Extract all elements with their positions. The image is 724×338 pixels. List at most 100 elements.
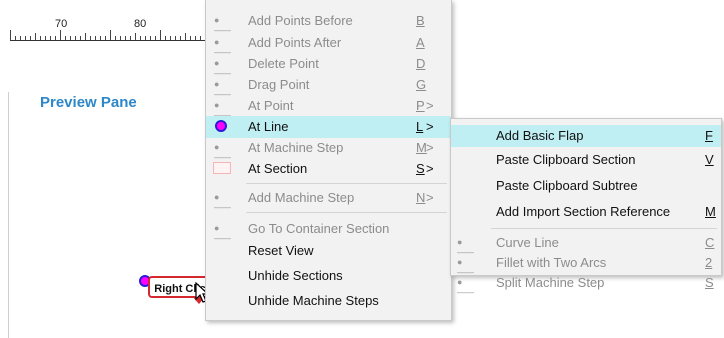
menu-item-label: At Point <box>248 98 294 113</box>
submenu-item-split-machine-step[interactable]: ●—— Split Machine Step S <box>451 272 721 297</box>
ruler-tick <box>30 36 31 40</box>
key-icon: ●—— <box>214 192 231 212</box>
ruler-tick <box>35 33 36 40</box>
menu-item-label: At Line <box>248 119 289 134</box>
key-icon: ●—— <box>214 37 231 57</box>
menu-item-label: Unhide Sections <box>248 268 343 283</box>
ruler-tick <box>85 33 86 40</box>
menu-item-label: Unhide Machine Steps <box>248 293 379 308</box>
menu-item-add-points-after[interactable]: ●—— Add Points After A <box>206 32 451 57</box>
ruler-tick <box>20 36 21 40</box>
submenu-item-paste-clipboard-section[interactable]: Paste Clipboard Section V <box>451 149 721 171</box>
ruler-tick <box>115 36 116 40</box>
submenu-arrow-icon: > <box>426 98 434 113</box>
menu-item-at-point[interactable]: ●—— At Point P > <box>206 95 451 120</box>
ruler-tick <box>200 36 201 40</box>
ruler-tick <box>40 36 41 40</box>
menu-item-shortcut: 2 <box>705 255 713 270</box>
menu-item-shortcut: S <box>416 161 425 176</box>
menu-item-shortcut: D <box>416 56 426 71</box>
key-icon: ●—— <box>457 257 474 277</box>
ruler-tick <box>165 36 166 40</box>
ruler-tick <box>140 36 141 40</box>
preview-pane[interactable] <box>8 92 211 338</box>
ruler-tick <box>190 36 191 40</box>
ruler-label-80: 80 <box>134 18 147 30</box>
submenu-arrow-icon: > <box>426 140 434 155</box>
ruler-tick <box>175 36 176 40</box>
key-icon: ●—— <box>214 58 231 78</box>
menu-item-label: Fillet with Two Arcs <box>496 255 607 270</box>
menu-item-shortcut: P <box>416 98 425 113</box>
menu-item-at-line[interactable]: At Line L > <box>206 116 451 138</box>
menu-item-label: At Machine Step <box>248 140 344 155</box>
menu-item-add-points-before[interactable]: ●—— Add Points Before B <box>206 10 451 35</box>
menu-item-label: Add Points Before <box>248 13 353 28</box>
menu-item-unhide-sections[interactable]: Unhide Sections <box>206 265 451 287</box>
key-icon: ●—— <box>214 142 231 162</box>
key-icon: ●—— <box>457 277 474 297</box>
menu-item-label: At Section <box>248 161 308 176</box>
menu-item-at-machine-step[interactable]: ●—— At Machine Step M > <box>206 137 451 162</box>
menu-item-reset-view[interactable]: Reset View <box>206 240 451 262</box>
ruler-tick <box>155 36 156 40</box>
ruler-tick <box>15 36 16 40</box>
menu-item-label: Paste Clipboard Subtree <box>496 178 638 193</box>
menu-item-label: Add Import Section Reference <box>496 204 671 219</box>
key-icon: ●—— <box>214 223 231 243</box>
menu-item-delete-point[interactable]: ●—— Delete Point D <box>206 53 451 78</box>
menu-separator <box>246 212 447 213</box>
ruler-tick <box>95 36 96 40</box>
ruler-tick <box>145 36 146 40</box>
menu-item-shortcut: B <box>416 13 425 28</box>
key-icon: ●—— <box>214 79 231 99</box>
context-menu: ●—— Add Points Before B ●—— Add Points After… <box>205 0 452 321</box>
submenu-arrow-icon: > <box>426 119 434 134</box>
submenu-item-paste-clipboard-subtree[interactable]: Paste Clipboard Subtree <box>451 175 721 197</box>
menu-item-shortcut: L <box>416 119 424 134</box>
ruler-tick <box>45 36 46 40</box>
submenu-arrow-icon: > <box>426 161 434 176</box>
menu-item-go-to-container-section[interactable]: ●—— Go To Container Section <box>206 218 451 243</box>
ruler-tick <box>100 36 101 40</box>
radio-point-icon <box>215 120 227 132</box>
submenu-item-fillet-with-two-arcs[interactable]: ●—— Fillet with Two Arcs 2 <box>451 252 721 277</box>
ruler-tick <box>110 30 111 40</box>
menu-item-shortcut: A <box>416 35 425 50</box>
submenu-item-add-import-section-reference[interactable]: Add Import Section Reference M <box>451 201 721 223</box>
menu-item-label: Add Basic Flap <box>496 128 584 143</box>
menu-separator <box>491 228 717 229</box>
ruler-tick <box>50 36 51 40</box>
menu-item-label: Add Points After <box>248 35 342 50</box>
ruler-tick <box>195 36 196 40</box>
menu-separator <box>246 183 447 184</box>
menu-item-label: Paste Clipboard Section <box>496 152 636 167</box>
preview-pane-title: Preview Pane <box>40 94 137 111</box>
ruler-tick <box>185 33 186 40</box>
menu-item-label: Curve Line <box>496 235 559 250</box>
ruler-tick <box>90 36 91 40</box>
menu-item-add-machine-step[interactable]: ●—— Add Machine Step N > <box>206 187 451 212</box>
menu-item-drag-point[interactable]: ●—— Drag Point G <box>206 74 451 99</box>
menu-item-shortcut: S <box>705 275 714 290</box>
menu-item-shortcut: V <box>705 152 714 167</box>
menu-item-label: Reset View <box>248 243 314 258</box>
ruler-tick <box>160 30 161 40</box>
menu-item-label: Go To Container Section <box>248 221 390 236</box>
menu-item-at-section[interactable]: At Section S > <box>206 158 451 180</box>
ruler-tick <box>70 36 71 40</box>
ruler-tick <box>25 36 26 40</box>
at-line-submenu: Add Basic Flap F Paste Clipboard Section V P… <box>450 118 722 297</box>
ruler-tick <box>180 36 181 40</box>
key-icon: ●—— <box>214 15 231 35</box>
menu-item-label: Add Machine Step <box>248 190 355 205</box>
ruler-label-70: 70 <box>55 18 68 30</box>
menu-item-label: Delete Point <box>248 56 319 71</box>
menu-item-label: Split Machine Step <box>496 275 605 290</box>
submenu-item-curve-line[interactable]: ●—— Curve Line C <box>451 232 721 257</box>
menu-item-unhide-machine-steps[interactable]: Unhide Machine Steps <box>206 290 451 312</box>
submenu-item-add-basic-flap[interactable]: Add Basic Flap F <box>451 125 721 147</box>
ruler-tick <box>120 36 121 40</box>
ruler-tick <box>105 36 106 40</box>
ruler-tick <box>150 36 151 40</box>
